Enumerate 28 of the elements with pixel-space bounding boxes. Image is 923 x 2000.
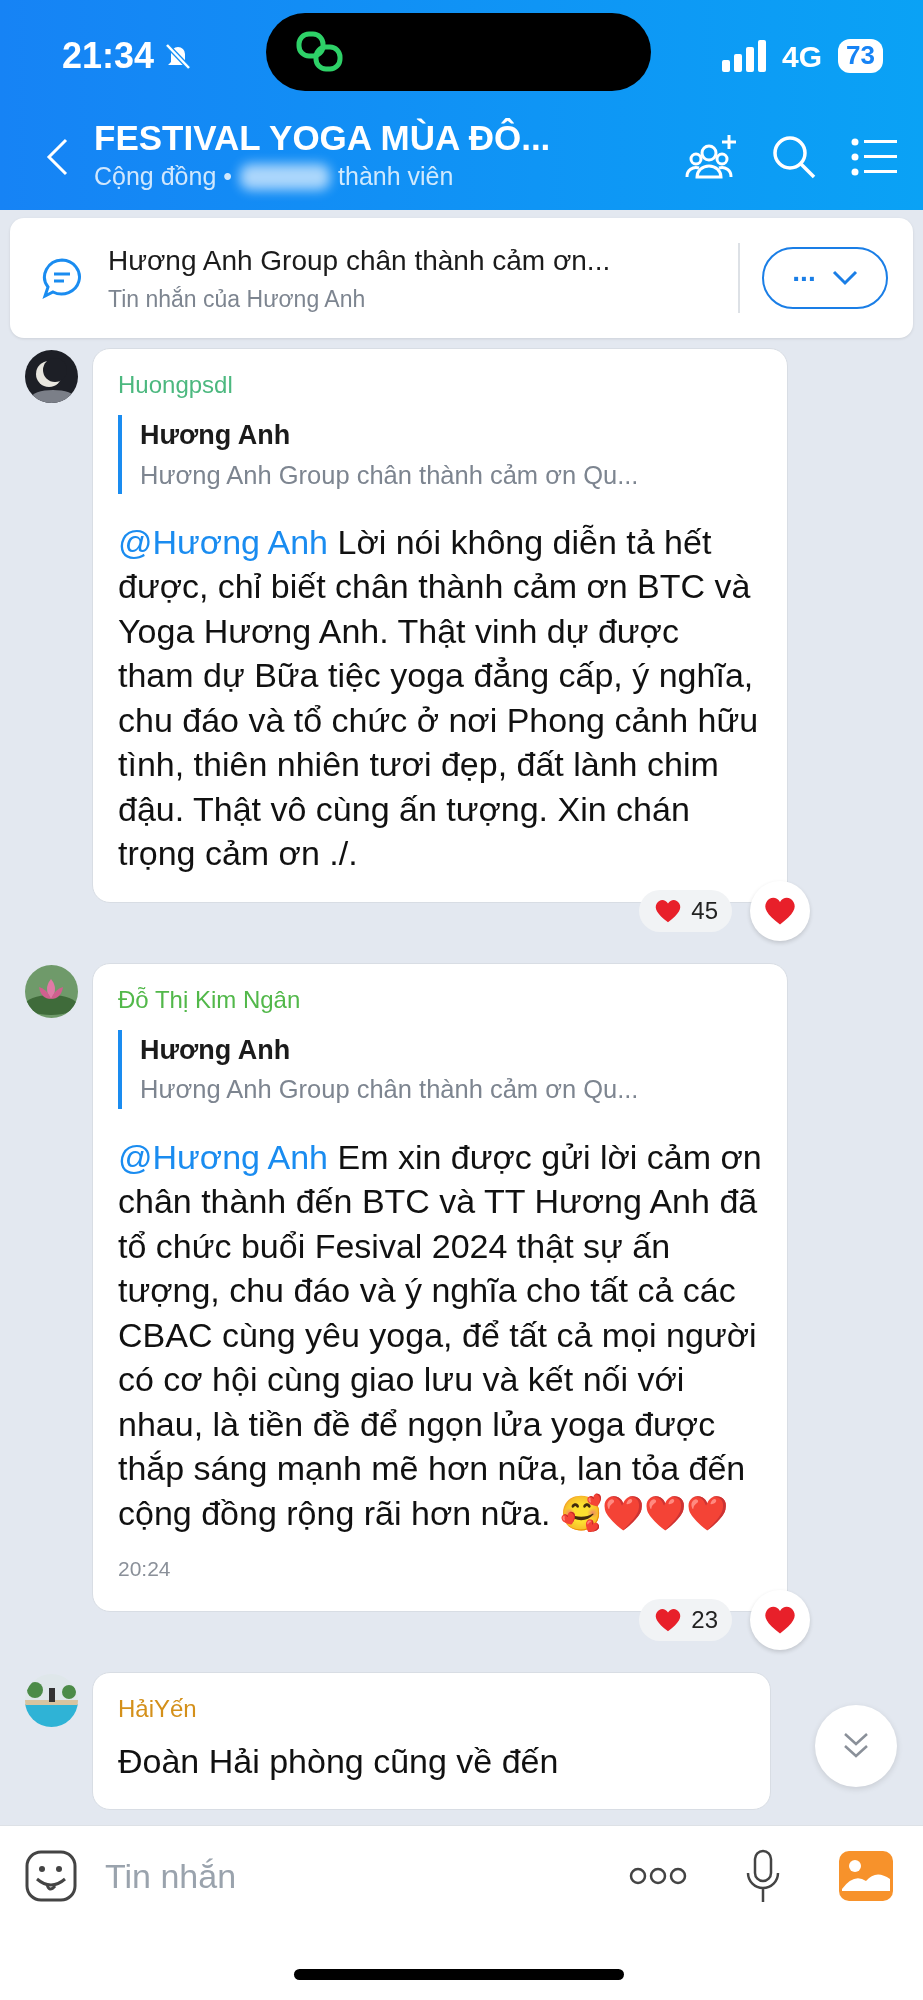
sender-name[interactable]: Đỗ Thị Kim Ngân: [118, 981, 762, 1018]
quote-author: Hương Anh: [140, 419, 292, 452]
pinned-message-card[interactable]: Hương Anh Group chân thành cảm ơn... Tin nhắn của Hương Anh ...: [10, 218, 913, 338]
message-text: @Hương Anh Lời nói không diễn tả hết được, chỉ biết chân thành cảm ơn BTC và Yoga Hương Anh. Thật vinh dự được tham dự Bữa tiệc yoga đẳng cấp, ý nghĩa, chu đáo và tổ chức ở nơi Phong cảnh hữu tình, thiên nhiên tươi đẹp, đất lành chim đậu. Thật vô cùng ấn tượng. Xin chán trọng cảm ơn ./.: [118, 521, 760, 875]
quoted-message[interactable]: Hương Anh Hương Anh Group chân thành cảm ơn Qu...: [118, 1029, 762, 1109]
message-time: 20:24: [118, 1556, 172, 1582]
pinned-title: Hương Anh Group chân thành cảm ơn...: [108, 243, 612, 278]
mention-link[interactable]: @Hương Anh: [118, 522, 328, 561]
member-count-label: thành viên: [338, 161, 454, 193]
quote-text: Hương Anh Group chân thành cảm ơn Qu...: [140, 459, 640, 491]
reaction-count[interactable]: 23: [639, 1598, 732, 1641]
message-text: @Hương Anh Em xin được gửi lời cảm ơn chân thành đến BTC và TT Hương Anh đã tổ chức buổi Fesival 2024 thật sự ấn tượng, chu đáo và ý nghĩa cho tất cả các CBAC cùng yêu yoga, để tất cả mọi người có cơ hội cùng giao lưu và kết nối với nhau, là tiền đề để ngọn lửa yoga được thắp sáng mạnh mẽ hơn nữa, lan tỏa đến cộng đồng rộng rãi hơn nữa. 🥰❤❤❤: [118, 1136, 762, 1534]
group-subtitle: Cộng đồng •: [94, 161, 233, 193]
pinned-subtitle: Tin nhắn của Hương Anh: [108, 284, 367, 314]
group-title: FESTIVAL YOGA MÙA ĐÔ...: [94, 118, 552, 159]
quote-author: Hương Anh: [140, 1033, 292, 1067]
quote-text: Hương Anh Group chân thành cảm ơn Qu...: [140, 1074, 640, 1106]
sender-name[interactable]: Huongpsdl: [118, 367, 762, 403]
network-label: 4G: [782, 38, 823, 75]
reaction-count[interactable]: 45: [639, 889, 732, 932]
clock: 21:34: [62, 34, 155, 78]
message-text: Đoàn Hải phòng cũng về đến: [118, 1740, 560, 1782]
battery-level: 73: [838, 39, 883, 73]
quoted-message[interactable]: Hương Anh Hương Anh Group chân thành cảm ơn Qu...: [118, 415, 762, 494]
mention-link[interactable]: @Hương Anh: [118, 1137, 328, 1176]
message-input[interactable]: Tin nhắn: [103, 1849, 629, 1903]
sender-name[interactable]: HảiYến: [118, 1690, 745, 1727]
expand-button[interactable]: ...: [762, 247, 888, 309]
